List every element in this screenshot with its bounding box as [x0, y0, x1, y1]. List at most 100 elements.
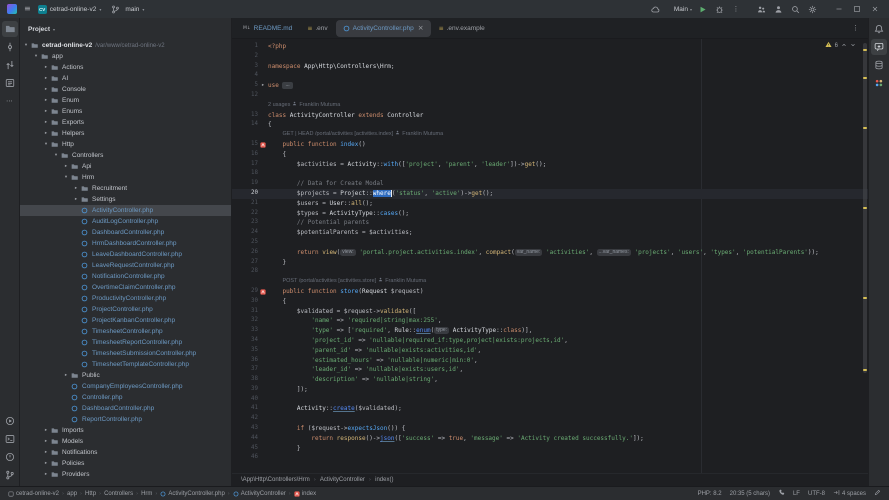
code-line[interactable]: 37 'leader_id' => 'nullable|exists:users…	[232, 365, 868, 375]
code-line[interactable]: 2	[232, 52, 868, 62]
gutter[interactable]: 37	[232, 365, 268, 375]
inlay-hint[interactable]: 2 usages Franklin Mutuma	[268, 101, 868, 111]
tree-file-item[interactable]: ProjectKanbanController.php	[20, 315, 231, 326]
tree-chevron-icon[interactable]: ▸	[42, 65, 50, 70]
code-line[interactable]: 44 return response()->json(['success' =>…	[232, 434, 868, 444]
settings-icon[interactable]	[805, 2, 819, 16]
tree-folder-item[interactable]: ▸ Public	[20, 370, 231, 381]
gutter[interactable]: 5 ▸	[232, 81, 268, 91]
code-line[interactable]: 31 $validated = $request->validate([	[232, 307, 868, 317]
code-line[interactable]: 30 {	[232, 297, 868, 307]
nav-bar-item[interactable]: cetrad-online-v2	[8, 491, 59, 497]
tree-file-item[interactable]: DashboardController.php	[20, 227, 231, 238]
commit-tool-icon[interactable]	[2, 39, 18, 55]
plugins-tool-icon[interactable]	[871, 75, 887, 91]
editor-tab[interactable]: M↓ README.md	[236, 20, 299, 37]
code-line[interactable]: 22 $types = ActivityType::cases();	[232, 209, 868, 219]
tree-chevron-icon[interactable]: ▸	[42, 131, 50, 136]
tree-folder-item[interactable]: ▸ Policies	[20, 458, 231, 469]
code-line[interactable]: 25	[232, 238, 868, 248]
gutter[interactable]: 27	[232, 258, 268, 268]
code-line[interactable]: 27 }	[232, 258, 868, 268]
project-widget[interactable]: CV cetrad-online-v2 ▾	[37, 4, 101, 14]
code-line[interactable]: 45 }	[232, 444, 868, 454]
tree-folder-item[interactable]: ▸ Api	[20, 161, 231, 172]
pull-requests-tool-icon[interactable]	[2, 57, 18, 73]
breadcrumb-item[interactable]: index()	[375, 477, 393, 483]
code-line[interactable]: 46	[232, 453, 868, 463]
gutter[interactable]: 15	[232, 140, 268, 150]
gutter[interactable]: 22	[232, 209, 268, 219]
nav-bar-item[interactable]: Http	[85, 491, 96, 497]
tree-folder-item[interactable]: ▸ Actions	[20, 62, 231, 73]
gutter[interactable]: 31	[232, 307, 268, 317]
tree-folder-item[interactable]: ▾ Http	[20, 139, 231, 150]
tree-file-item[interactable]: HrmDashboardController.php	[20, 238, 231, 249]
gutter[interactable]: 1	[232, 42, 268, 52]
editor-scrollbar[interactable]	[861, 39, 868, 473]
gutter[interactable]: 25	[232, 238, 268, 248]
gutter[interactable]: 43	[232, 424, 268, 434]
next-problem-icon[interactable]	[850, 42, 856, 50]
gutter[interactable]: 32	[232, 316, 268, 326]
more-tools-icon[interactable]: ⋯	[2, 93, 18, 109]
terminal-tool-icon[interactable]	[2, 431, 18, 447]
code-line[interactable]: 34 'project_id' => 'nullable|required_if…	[232, 336, 868, 346]
code-line[interactable]: 32 'name' => 'required|string|max:255',	[232, 316, 868, 326]
gutter[interactable]: 41	[232, 404, 268, 414]
project-panel-header[interactable]: Project ▾	[20, 18, 231, 40]
code-line[interactable]: 38 'description' => 'nullable|string',	[232, 375, 868, 385]
settings-sync-icon[interactable]	[649, 2, 663, 16]
tab-options-icon[interactable]: ⋮	[847, 24, 864, 32]
version-control-tool-icon[interactable]	[2, 467, 18, 483]
tree-folder-item[interactable]: ▸ Settings	[20, 194, 231, 205]
nav-bar-item[interactable]: Hrm	[141, 491, 152, 497]
close-button[interactable]	[868, 2, 882, 16]
tree-chevron-icon[interactable]: ▾	[62, 175, 70, 180]
tree-chevron-icon[interactable]: ▸	[62, 373, 70, 378]
tree-file-item[interactable]: Controller.php	[20, 392, 231, 403]
tab-close-icon[interactable]: ×	[418, 24, 424, 32]
gutter[interactable]: 39	[232, 385, 268, 395]
tree-chevron-icon[interactable]: ▾	[42, 142, 50, 147]
code-line[interactable]: 24 $potentialParents = $activities;	[232, 228, 868, 238]
debug-button-icon[interactable]	[712, 2, 726, 16]
inlay-hint-row[interactable]: GET | HEAD /portal/activities [activitie…	[232, 130, 868, 140]
caret-position-widget[interactable]: 20:35 (5 chars)	[730, 491, 770, 497]
code-line[interactable]: 29 public function store(Request $reques…	[232, 287, 868, 297]
code-line[interactable]: 42	[232, 414, 868, 424]
tree-folder-item[interactable]: ▸ Imports	[20, 425, 231, 436]
inlay-hint[interactable]: GET | HEAD /portal/activities [activitie…	[282, 130, 868, 140]
nav-bar-item[interactable]: index	[294, 491, 316, 497]
tree-folder-item[interactable]: ▸ Console	[20, 84, 231, 95]
editor-tab[interactable]: ≡ .env.example	[432, 20, 492, 37]
ai-assistant-icon[interactable]	[871, 39, 887, 55]
profile-icon[interactable]	[771, 2, 785, 16]
gutter[interactable]: 40	[232, 395, 268, 405]
gutter[interactable]: 30	[232, 297, 268, 307]
run-tool-icon[interactable]	[2, 413, 18, 429]
gutter[interactable]: 29	[232, 287, 268, 297]
tree-chevron-icon[interactable]: ▸	[42, 461, 50, 466]
tree-chevron-icon[interactable]: ▸	[42, 450, 50, 455]
tree-chevron-icon[interactable]: ▾	[32, 54, 40, 59]
editor-tab[interactable]: ≡ .env	[300, 20, 334, 37]
gutter[interactable]: 45	[232, 444, 268, 454]
database-tool-icon[interactable]	[871, 57, 887, 73]
nav-bar-item[interactable]: Controllers	[104, 491, 133, 497]
tree-chevron-icon[interactable]: ▸	[62, 164, 70, 169]
gutter[interactable]: 19	[232, 179, 268, 189]
tree-chevron-icon[interactable]: ▾	[52, 153, 60, 158]
gutter[interactable]: 44	[232, 434, 268, 444]
gutter[interactable]: 42	[232, 414, 268, 424]
code-line[interactable]: 40	[232, 395, 868, 405]
run-button-icon[interactable]	[695, 2, 709, 16]
tree-file-item[interactable]: TimesheetTemplateController.php	[20, 359, 231, 370]
tree-chevron-icon[interactable]: ▸	[42, 428, 50, 433]
code-line[interactable]: 33 'type' => ['required', Rule::enum(typ…	[232, 326, 868, 336]
code-line[interactable]: 43 if ($request->expectsJson()) {	[232, 424, 868, 434]
branch-widget[interactable]: main ▾	[108, 2, 144, 16]
gutter[interactable]: 12	[232, 91, 268, 101]
tree-chevron-icon[interactable]: ▸	[72, 197, 80, 202]
line-separator-widget[interactable]: LF	[793, 491, 800, 497]
